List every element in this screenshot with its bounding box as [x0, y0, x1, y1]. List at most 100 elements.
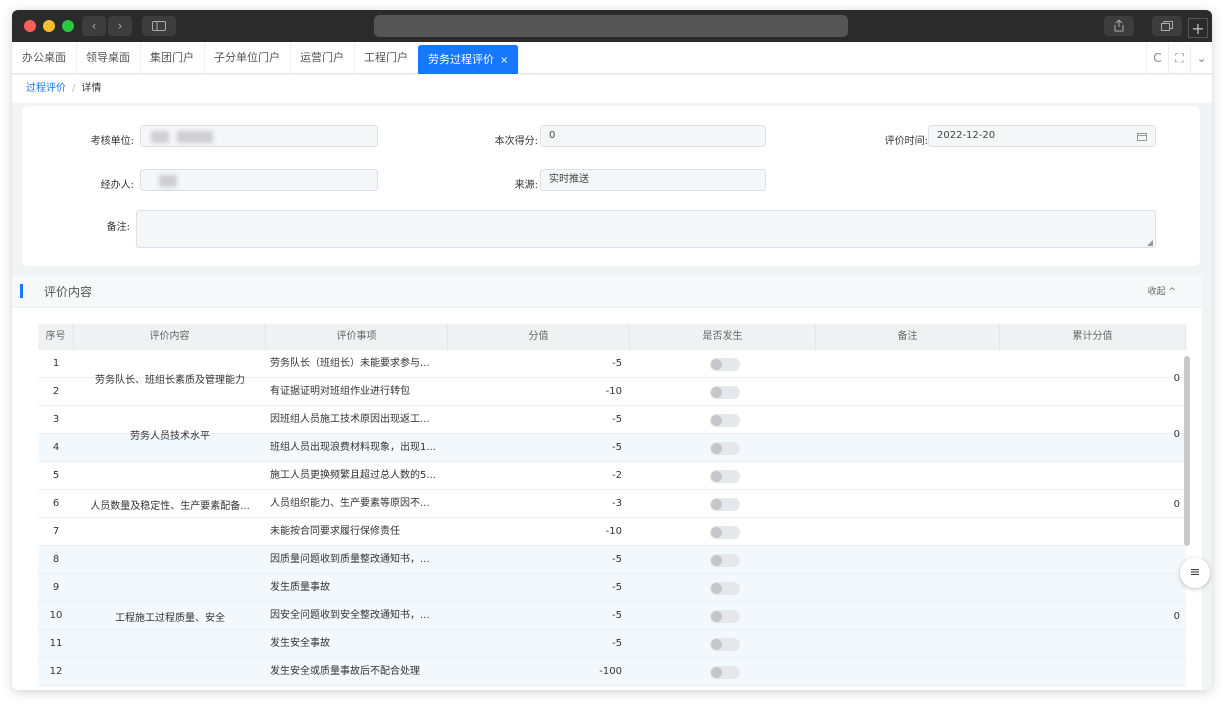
share-icon[interactable] [1104, 16, 1134, 36]
address-bar[interactable] [374, 15, 848, 37]
time-value: 2022-12-20 [937, 130, 996, 141]
tab-overview-icon[interactable] [1152, 16, 1182, 36]
row-item: 发生质量事故 [270, 582, 330, 593]
tab-group-portal[interactable]: 集团门户 [140, 42, 205, 74]
row-score: -10 [605, 526, 622, 537]
row-score: -5 [612, 358, 622, 369]
row-score: -3 [612, 498, 622, 509]
row-item: 发生安全或质量事故后不配合处理 [270, 666, 420, 677]
row-item: 因班组人员施工技术原因出现返工... [270, 414, 430, 425]
evaluation-form-card: 考核单位: 本次得分: 0 评价时间: 2022-12-20 经办人: 来源: … [22, 106, 1200, 266]
tab-office-desk[interactable]: 办公桌面 [12, 42, 77, 74]
refresh-icon[interactable]: C [1146, 42, 1168, 74]
cumulative-cell: 0 [1173, 610, 1180, 622]
switch-knob [711, 611, 722, 622]
maximize-window-button[interactable] [62, 20, 74, 32]
unit-field[interactable] [140, 125, 378, 147]
collapse-label: 收起 [1147, 287, 1166, 297]
app-tab-bar: 办公桌面 领导桌面 集团门户 子分单位门户 运营门户 工程门户 劳务过程评价 × … [12, 42, 1212, 74]
row-seq: 3 [52, 414, 60, 425]
table-scrollbar[interactable] [1184, 356, 1190, 546]
source-field[interactable]: 实时推送 [540, 169, 766, 191]
row-seq: 4 [52, 442, 60, 453]
switch-knob [711, 555, 722, 566]
row-seq: 10 [49, 610, 63, 621]
close-window-button[interactable] [24, 20, 36, 32]
row-score: -5 [612, 442, 622, 453]
occurred-switch[interactable] [710, 498, 740, 511]
occurred-switch[interactable] [710, 470, 740, 483]
occurred-switch[interactable] [710, 554, 740, 567]
calendar-icon[interactable] [1137, 126, 1147, 149]
tab-label: 劳务过程评价 [428, 53, 494, 66]
row-item: 因质量问题收到质量整改通知书，... [270, 554, 430, 565]
occurred-switch[interactable] [710, 414, 740, 427]
fullscreen-icon[interactable]: ⛶ [1168, 42, 1190, 74]
occurred-switch[interactable] [710, 526, 740, 539]
handler-label: 经办人: [100, 180, 134, 191]
row-item: 因安全问题收到安全整改通知书，... [270, 610, 430, 621]
forward-icon[interactable]: › [108, 16, 132, 36]
row-seq: 5 [52, 470, 60, 481]
remark-textarea[interactable]: ◢ [136, 210, 1156, 248]
occurred-switch[interactable] [710, 582, 740, 595]
header-item: 评价事项 [266, 324, 448, 350]
row-score: -100 [599, 666, 622, 677]
tab-close-icon[interactable]: × [500, 55, 508, 66]
minimize-window-button[interactable] [43, 20, 55, 32]
score-label: 本次得分: [494, 136, 538, 147]
score-field[interactable]: 0 [540, 125, 766, 147]
browser-window: ‹ › + 办公桌面 领导桌面 集团门户 子分单位门户 运营门户 工程门户 劳务… [12, 10, 1212, 690]
new-tab-icon[interactable]: + [1188, 18, 1208, 38]
switch-knob [711, 387, 722, 398]
header-cumulative: 累计分值 [1000, 324, 1186, 350]
switch-knob [711, 499, 722, 510]
row-item: 班组人员出现浪费材料现象，出现1... [270, 442, 436, 453]
tab-leader-desk[interactable]: 领导桌面 [76, 42, 141, 74]
tab-operation-portal[interactable]: 运营门户 [290, 42, 355, 74]
collapse-button[interactable]: 收起 ^ [1148, 276, 1176, 308]
row-score: -5 [612, 554, 622, 565]
tab-tools: C ⛶ ⌄ [1146, 42, 1212, 74]
row-seq: 11 [49, 638, 63, 649]
unit-label: 考核单位: [90, 136, 134, 147]
row-item: 施工人员更换频繁且超过总人数的5... [270, 470, 436, 481]
back-icon[interactable]: ‹ [82, 16, 106, 36]
blurred-text [177, 131, 213, 143]
chevron-up-icon: ^ [1168, 287, 1176, 297]
row-seq: 7 [52, 526, 60, 537]
title-bar: ‹ › + [12, 10, 1212, 42]
group-cell: 工程施工过程质量、安全 [115, 612, 225, 624]
row-score: -5 [612, 610, 622, 621]
row-item: 发生安全事故 [270, 638, 330, 649]
occurred-switch[interactable] [710, 442, 740, 455]
row-item: 人员组织能力、生产要素等原因不... [270, 498, 430, 509]
tab-labor-process-evaluation[interactable]: 劳务过程评价 × [418, 45, 520, 74]
tab-subunit-portal[interactable]: 子分单位门户 [204, 42, 291, 74]
cumulative-cell: 0 [1173, 372, 1180, 384]
tab-engineering-portal[interactable]: 工程门户 [354, 42, 419, 74]
switch-knob [711, 443, 722, 454]
chevron-down-icon[interactable]: ⌄ [1190, 42, 1212, 74]
occurred-switch[interactable] [710, 358, 740, 371]
row-seq: 1 [52, 358, 60, 369]
resize-handle-icon[interactable]: ◢ [1147, 238, 1153, 247]
group-cell: 人员数量及稳定性、生产要素配备... [90, 500, 250, 512]
occurred-switch[interactable] [710, 666, 740, 679]
group-cell: 劳务人员技术水平 [130, 430, 210, 442]
settings-sliders-icon[interactable]: ≡ [1180, 558, 1210, 588]
breadcrumb-parent[interactable]: 过程评价 [26, 83, 66, 94]
time-field[interactable]: 2022-12-20 [928, 125, 1156, 147]
handler-field[interactable] [140, 169, 378, 191]
occurred-switch[interactable] [710, 386, 740, 399]
row-score: -5 [612, 582, 622, 593]
breadcrumb-separator: / [72, 83, 76, 94]
occurred-switch[interactable] [710, 610, 740, 623]
row-score: -10 [605, 386, 622, 397]
row-seq: 8 [52, 554, 60, 565]
source-label: 来源: [514, 180, 538, 191]
sidebar-toggle-icon[interactable] [142, 16, 176, 36]
occurred-switch[interactable] [710, 638, 740, 651]
cumulative-cell: 0 [1173, 428, 1180, 440]
switch-knob [711, 471, 722, 482]
